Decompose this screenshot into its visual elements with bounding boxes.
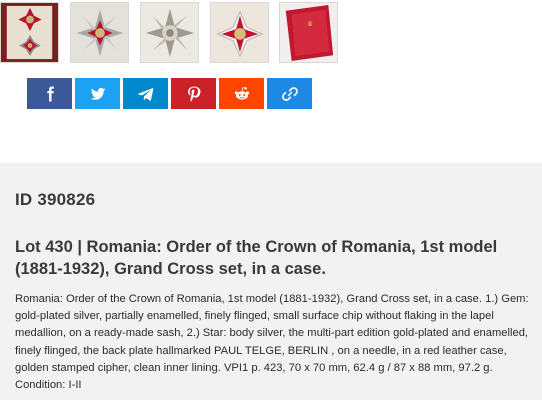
thumbnail-star[interactable]	[70, 2, 129, 63]
svg-text:♛: ♛	[307, 20, 313, 28]
thumbnail-red-case[interactable]: ♛	[279, 2, 338, 63]
lot-id: ID 390826	[15, 190, 96, 209]
pinterest-share-button[interactable]	[171, 78, 216, 109]
thumbnail-set-in-case[interactable]	[0, 2, 59, 63]
reddit-icon	[234, 86, 249, 100]
copy-link-button[interactable]	[267, 78, 312, 109]
lot-title: Lot 430 | Romania: Order of the Crown of…	[15, 238, 498, 278]
lot-description: Romania: Order of the Crown of Romania, …	[15, 293, 529, 392]
facebook-share-button[interactable]	[27, 78, 72, 109]
media-section: ♛	[0, 0, 542, 163]
thumbnail-star-reverse[interactable]	[140, 2, 199, 63]
facebook-icon	[46, 86, 54, 101]
thumbnail-sash-badge[interactable]	[210, 2, 269, 63]
link-icon	[281, 86, 298, 101]
telegram-icon	[137, 87, 153, 101]
telegram-share-button[interactable]	[123, 78, 168, 109]
reddit-share-button[interactable]	[219, 78, 264, 109]
twitter-icon	[90, 87, 105, 100]
pinterest-icon	[187, 86, 200, 102]
twitter-share-button[interactable]	[75, 78, 120, 109]
